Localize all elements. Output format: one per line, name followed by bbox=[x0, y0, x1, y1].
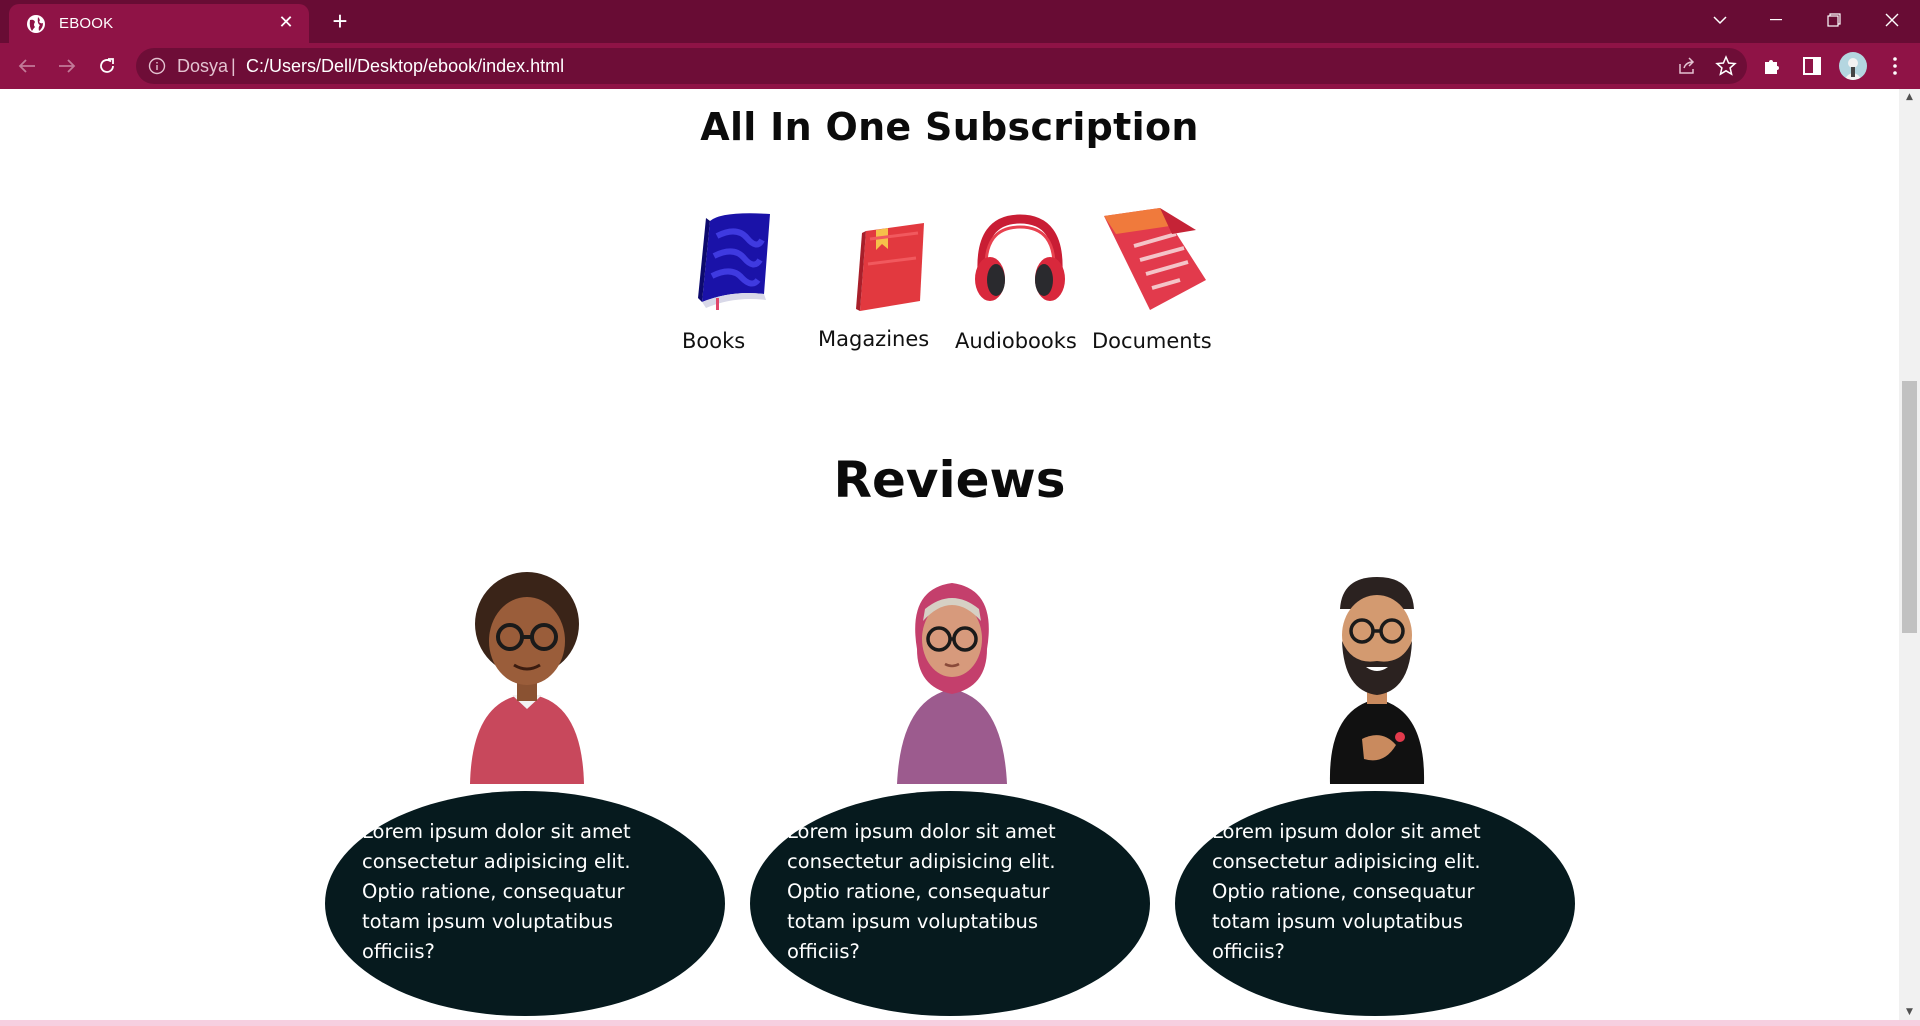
category-label-books: Books bbox=[682, 329, 746, 353]
review-text: Lorem ipsum dolor sit amet consectetur a… bbox=[1212, 820, 1481, 963]
browser-menu-button[interactable] bbox=[1883, 54, 1907, 78]
reviews-heading: Reviews bbox=[833, 451, 1066, 509]
reviewer-avatar-curly-hair bbox=[470, 572, 584, 784]
url-text[interactable]: C:/Users/Dell/Desktop/ebook/index.html bbox=[246, 48, 564, 84]
arrow-right-icon bbox=[59, 59, 76, 73]
minimize-button[interactable] bbox=[1748, 0, 1804, 40]
avatar-icon bbox=[1844, 58, 1862, 80]
extensions-button[interactable] bbox=[1760, 54, 1784, 78]
side-panel-button[interactable] bbox=[1800, 54, 1824, 78]
origin-separator: | bbox=[231, 56, 236, 76]
reviewer-avatar-bearded bbox=[1329, 577, 1425, 784]
document-icon bbox=[1104, 208, 1206, 310]
globe-icon bbox=[27, 14, 45, 33]
category-label-documents: Documents bbox=[1092, 329, 1212, 353]
reload-icon bbox=[100, 58, 114, 73]
magazine-icon bbox=[856, 223, 924, 311]
reload-button[interactable] bbox=[91, 50, 123, 82]
share-icon[interactable] bbox=[1677, 56, 1697, 76]
new-tab-button[interactable]: + bbox=[326, 8, 354, 36]
tab-title: EBOOK bbox=[59, 15, 114, 32]
side-panel-icon bbox=[1803, 57, 1821, 75]
category-label-audiobooks: Audiobooks bbox=[955, 329, 1077, 353]
close-icon bbox=[1885, 13, 1899, 27]
scroll-up-arrow-icon[interactable]: ▲ bbox=[1899, 89, 1920, 105]
page-viewport: All In One Subscription Books Magazines bbox=[0, 89, 1899, 1020]
review-card: Lorem ipsum dolor sit amet consectetur a… bbox=[1175, 569, 1575, 1016]
review-text: Lorem ipsum dolor sit amet consectetur a… bbox=[362, 820, 631, 963]
tab-search-button[interactable] bbox=[1692, 0, 1748, 40]
page-scrollbar[interactable]: ▲ ▼ bbox=[1899, 89, 1920, 1020]
scrollbar-thumb[interactable] bbox=[1902, 381, 1917, 633]
scroll-down-arrow-icon[interactable]: ▼ bbox=[1899, 1004, 1920, 1020]
restore-button[interactable] bbox=[1806, 0, 1862, 40]
book-icon bbox=[698, 213, 770, 310]
forward-button[interactable] bbox=[51, 50, 83, 82]
restore-icon bbox=[1827, 13, 1841, 27]
window-close-button[interactable] bbox=[1864, 0, 1920, 40]
info-icon[interactable] bbox=[148, 57, 166, 75]
kebab-menu-icon bbox=[1893, 57, 1897, 75]
address-bar[interactable]: Dosya | C:/Users/Dell/Desktop/ebook/inde… bbox=[136, 48, 1747, 84]
subscription-heading: All In One Subscription bbox=[700, 105, 1199, 149]
minimize-icon bbox=[1770, 19, 1782, 21]
headphones-icon bbox=[975, 214, 1065, 301]
bookmark-star-icon[interactable] bbox=[1715, 55, 1737, 77]
review-text: Lorem ipsum dolor sit amet consectetur a… bbox=[787, 820, 1056, 963]
arrow-left-icon bbox=[18, 59, 35, 73]
tab-close-icon[interactable]: ✕ bbox=[275, 12, 297, 34]
back-button[interactable] bbox=[11, 50, 43, 82]
review-card: Lorem ipsum dolor sit amet consectetur a… bbox=[325, 569, 725, 1016]
profile-avatar[interactable] bbox=[1839, 52, 1867, 80]
origin-label: Dosya bbox=[177, 56, 229, 76]
puzzle-icon bbox=[1765, 60, 1779, 74]
tab-strip: EBOOK ✕ + bbox=[0, 0, 1920, 43]
browser-toolbar: Dosya | C:/Users/Dell/Desktop/ebook/inde… bbox=[0, 43, 1920, 89]
category-label-magazines: Magazines bbox=[818, 327, 930, 351]
reviewer-avatar-hijab bbox=[897, 583, 1007, 784]
review-card: Lorem ipsum dolor sit amet consectetur a… bbox=[750, 569, 1150, 1016]
tab-ebook[interactable]: EBOOK ✕ bbox=[9, 4, 309, 43]
window-bottom-edge bbox=[0, 1020, 1920, 1026]
chevron-down-icon bbox=[1713, 16, 1727, 25]
